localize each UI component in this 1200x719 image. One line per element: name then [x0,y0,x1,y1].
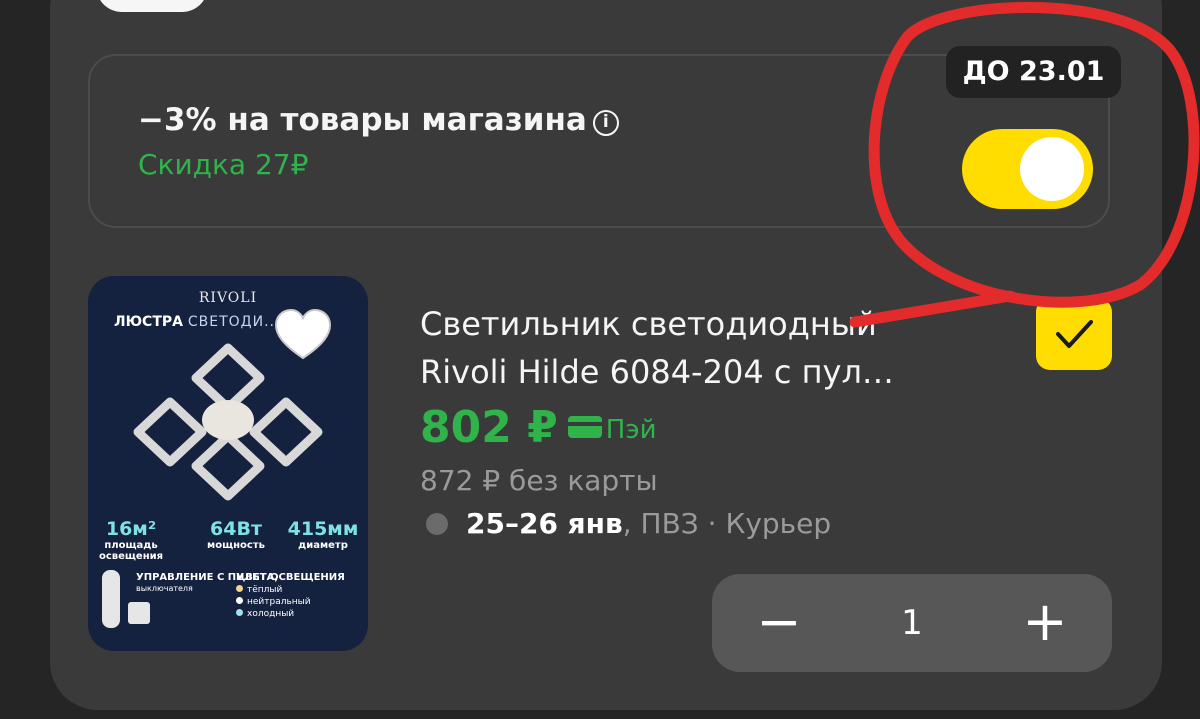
product-title[interactable]: Светильник светодиодный Rivoli Hilde 608… [420,300,960,396]
promo-discount: Скидка 27₽ [138,148,309,181]
image-brand: RIVOLI [198,290,258,306]
product-image[interactable]: RIVOLI ЛЮСТРА СВЕТОДИ... ЯЯ 16м² площадь о… [88,276,368,651]
delivery-info: 25–26 янв, ПВЗ · Курьер [426,507,831,540]
pay-label: Пэй [605,415,657,445]
info-icon[interactable]: i [592,110,619,136]
delivery-status-dot [426,513,448,535]
increase-button[interactable]: + [990,574,1100,672]
spec-diameter: 415мм диаметр [287,518,359,551]
light-colors: ЦВЕТ ОСВЕЩЕНИЯ тёплый нейтральный холодн… [236,572,345,619]
promo-until-badge: ДО 23.01 [946,46,1121,98]
card-icon [567,416,602,438]
toggle-knob [1020,137,1084,201]
spec-power: 64Вт мощность [207,518,265,551]
spec-area: 16м² площадь освещения [98,518,164,562]
quantity-value: 1 [901,603,923,643]
decrease-button[interactable]: − [724,574,834,672]
remote-icon [102,570,120,628]
heart-icon[interactable] [272,306,334,364]
promo-toggle[interactable] [962,129,1093,209]
price-without-card: 872 ₽ без карты [420,464,658,497]
top-button[interactable] [96,0,208,12]
quantity-stepper: − 1 + [712,574,1112,672]
switch-icon [128,602,150,624]
price: 802 ₽ [420,402,558,453]
checkmark-icon [1056,320,1093,348]
promo-title: −3% на товары магазина i [138,102,619,138]
price-row: 802 ₽ Пэй [420,402,657,453]
chandelier-illustration [133,343,323,501]
product-select-checkbox[interactable] [1036,298,1112,370]
